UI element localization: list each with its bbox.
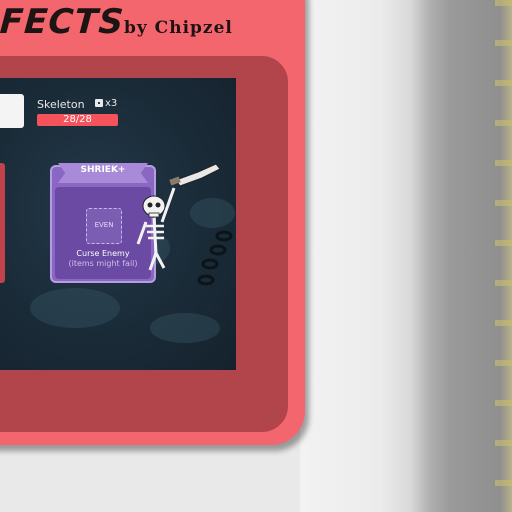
offscreen-card[interactable] [0, 163, 5, 283]
card-title: SHRIEK+ [80, 165, 126, 175]
enemy-hp-bar: 28/28 [37, 114, 118, 126]
game-title: FECTS [0, 2, 126, 42]
game-screen[interactable]: Skeleton x3 28/28 SHRIEK+ EVEN Curse Ene… [0, 78, 236, 370]
dice-slot-label: EVEN [94, 221, 114, 229]
enemy-dice-label: x3 [105, 98, 118, 109]
background-blur [300, 0, 512, 512]
enemy-dice-count: x3 [95, 98, 117, 109]
enemy-hp-text: 28/28 [63, 114, 92, 125]
die-icon [95, 99, 103, 107]
chain-decoration [197, 230, 233, 286]
enemy-portrait [0, 94, 24, 128]
enemy-name: Skeleton [37, 98, 85, 111]
card-ribbon: SHRIEK+ [58, 163, 148, 183]
floor-shadow [30, 288, 120, 328]
game-byline: by Chipzel [124, 18, 233, 38]
dice-slot[interactable]: EVEN [86, 208, 122, 244]
floor-shadow [150, 313, 220, 343]
background-dots [495, 0, 512, 512]
